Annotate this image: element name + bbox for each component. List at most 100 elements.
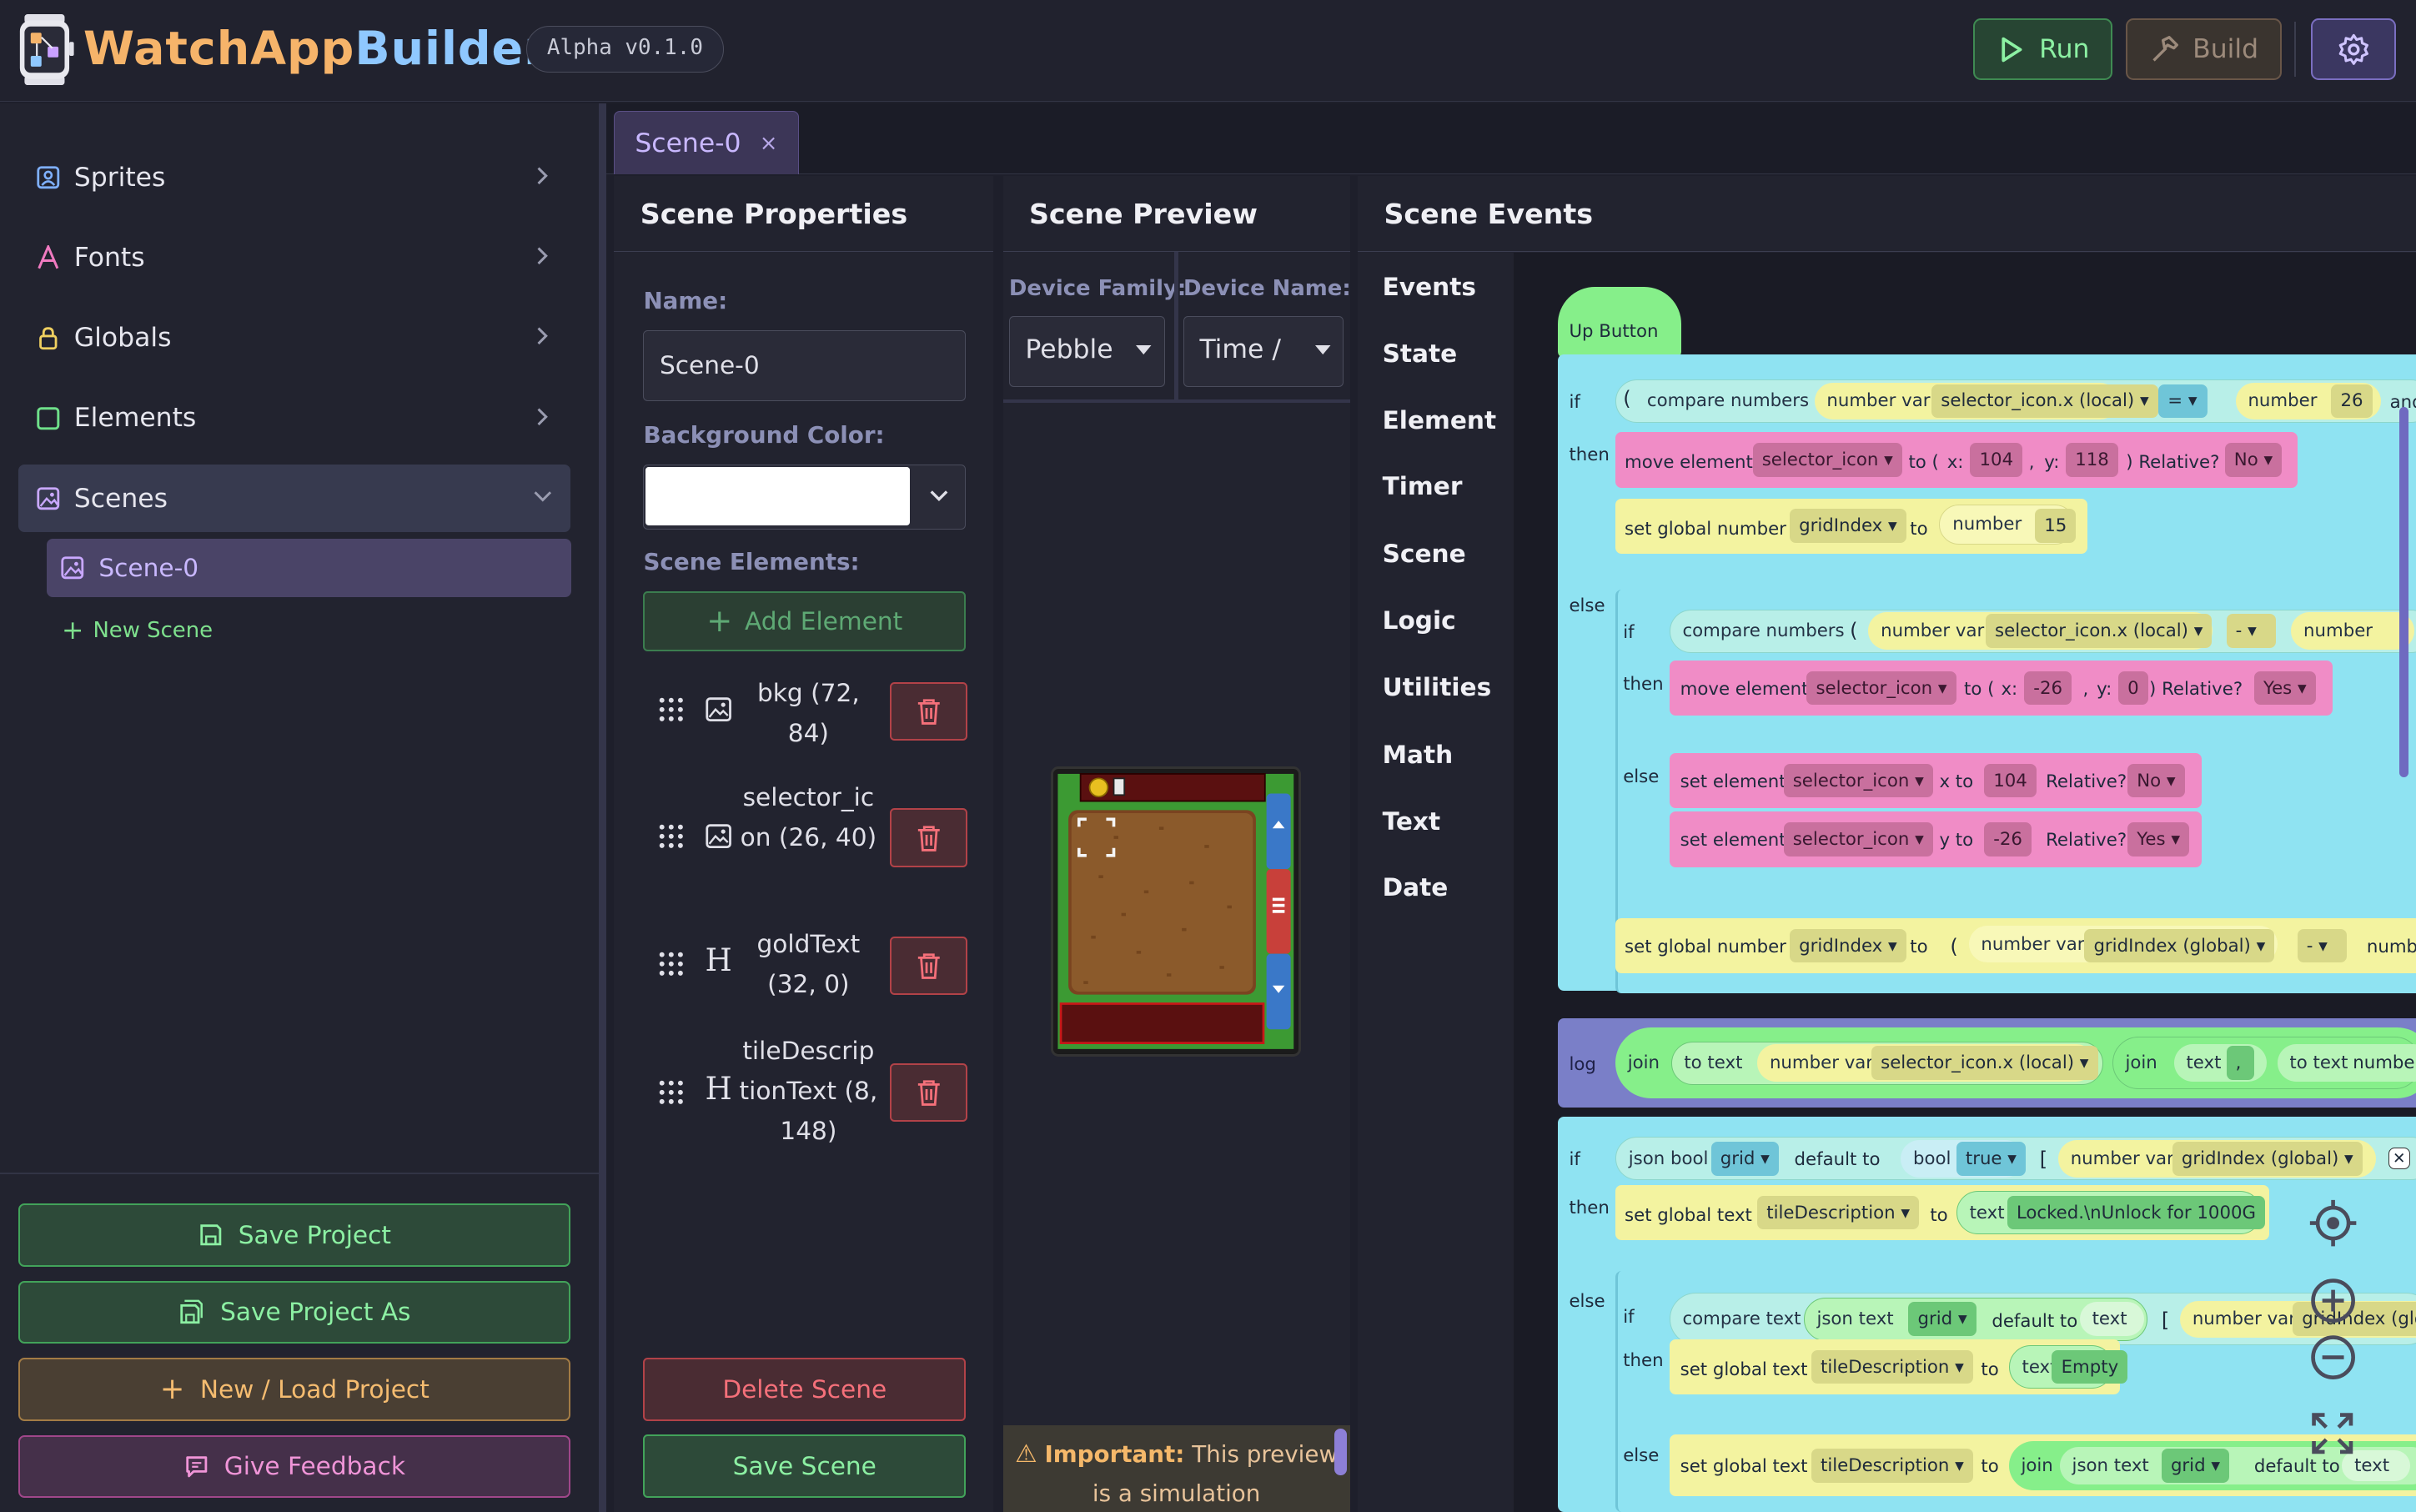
run-button[interactable]: Run bbox=[1973, 18, 2112, 81]
device-family-label: Device Family: bbox=[1008, 276, 1187, 302]
text-block[interactable]: text bbox=[2079, 1302, 2145, 1337]
device-name-select[interactable]: Time / bbox=[1183, 316, 1344, 388]
save-project-button[interactable]: Save Project bbox=[18, 1203, 571, 1267]
new-scene-link[interactable]: + New Scene bbox=[62, 615, 213, 645]
checkbox-icon[interactable]: ✕ bbox=[2388, 1148, 2410, 1170]
give-feedback-button[interactable]: Give Feedback bbox=[18, 1434, 571, 1499]
delete-element-button[interactable] bbox=[890, 1062, 967, 1122]
watch-screen-preview[interactable] bbox=[1050, 766, 1301, 1057]
workspace-scrollbar[interactable] bbox=[2398, 407, 2408, 778]
element-row[interactable]: H tileDescriptionText (8, 148) bbox=[643, 1031, 967, 1154]
then-keyword: then bbox=[1569, 444, 1610, 465]
drag-handle-icon[interactable] bbox=[659, 824, 684, 849]
x-value[interactable]: -26 bbox=[2024, 671, 2072, 706]
then-keyword: then bbox=[1623, 674, 1664, 696]
x-value[interactable]: 104 bbox=[1970, 442, 2023, 477]
operator-dropdown[interactable]: - ▾ bbox=[2226, 614, 2276, 648]
relative-dropdown[interactable]: Yes ▾ bbox=[2253, 671, 2316, 706]
zoom-out-icon[interactable] bbox=[2308, 1333, 2358, 1382]
category-text[interactable]: Text bbox=[1383, 807, 1441, 836]
element-dropdown[interactable]: selector_icon ▾ bbox=[1783, 763, 1933, 798]
sidebar-item-sprites[interactable]: Sprites bbox=[18, 143, 570, 211]
relative-dropdown[interactable]: Yes ▾ bbox=[2127, 822, 2190, 856]
y-value[interactable]: 0 bbox=[2118, 671, 2148, 706]
global-dropdown[interactable]: tileDescription ▾ bbox=[1757, 1195, 1920, 1230]
relative-label: Relative? bbox=[2046, 830, 2127, 851]
tab-scene-0[interactable]: Scene-0 × bbox=[614, 111, 800, 175]
category-events[interactable]: Events bbox=[1383, 273, 1476, 301]
element-dropdown[interactable]: selector_icon ▾ bbox=[1783, 822, 1933, 856]
variable-dropdown[interactable]: selector_icon.x (local) ▾ bbox=[1931, 384, 2158, 419]
y-value[interactable]: -26 bbox=[1984, 822, 2032, 856]
preview-scrollbar[interactable] bbox=[1334, 1429, 1348, 1475]
delete-element-button[interactable] bbox=[890, 808, 967, 867]
variable-dropdown[interactable]: gridIndex (global) ▾ bbox=[2172, 1141, 2363, 1176]
element-row[interactable]: H goldText (32, 0) bbox=[643, 924, 967, 1004]
text-value[interactable]: Locked.\nUnlock for 1000G bbox=[2007, 1195, 2266, 1230]
drag-handle-icon[interactable] bbox=[659, 697, 684, 722]
settings-button[interactable] bbox=[2311, 18, 2397, 81]
global-dropdown[interactable]: gridIndex ▾ bbox=[1789, 928, 1906, 963]
bool-dropdown[interactable]: true ▾ bbox=[1956, 1141, 2027, 1176]
delete-element-button[interactable] bbox=[890, 681, 967, 741]
category-scene[interactable]: Scene bbox=[1383, 540, 1466, 568]
category-timer[interactable]: Timer bbox=[1383, 472, 1463, 500]
x-value[interactable]: 104 bbox=[1984, 763, 2037, 798]
category-utilities[interactable]: Utilities bbox=[1383, 673, 1492, 701]
category-date[interactable]: Date bbox=[1383, 873, 1449, 902]
delete-element-button[interactable] bbox=[890, 936, 967, 996]
sidebar-item-fonts[interactable]: Fonts bbox=[18, 224, 570, 291]
category-element[interactable]: Element bbox=[1383, 406, 1497, 435]
save-project-as-button[interactable]: Save Project As bbox=[18, 1280, 571, 1344]
sidebar-scene-0[interactable]: Scene-0 bbox=[46, 538, 571, 597]
build-button[interactable]: Build bbox=[2126, 18, 2283, 81]
element-dropdown[interactable]: selector_icon ▾ bbox=[1806, 671, 1956, 706]
sidebar-item-elements[interactable]: Elements bbox=[18, 384, 570, 452]
warning-bold: Important: bbox=[1044, 1440, 1185, 1469]
sidebar-item-globals[interactable]: Globals bbox=[18, 304, 570, 371]
close-tab-icon[interactable]: × bbox=[760, 131, 778, 156]
sidebar-item-scenes[interactable]: Scenes bbox=[18, 464, 571, 533]
drag-handle-icon[interactable] bbox=[659, 952, 684, 977]
global-dropdown[interactable]: gridIndex ▾ bbox=[1789, 509, 1906, 544]
operator-dropdown[interactable]: = ▾ bbox=[2158, 384, 2208, 419]
new-load-project-button[interactable]: + New / Load Project bbox=[18, 1358, 571, 1421]
number-value[interactable]: 26 bbox=[2331, 384, 2373, 419]
category-math[interactable]: Math bbox=[1383, 741, 1454, 769]
device-family-select[interactable]: Pebble bbox=[1008, 316, 1165, 388]
element-dropdown[interactable]: selector_icon ▾ bbox=[1752, 442, 1902, 477]
category-logic[interactable]: Logic bbox=[1383, 606, 1456, 635]
relative-dropdown[interactable]: No ▾ bbox=[2127, 763, 2185, 798]
operator-dropdown[interactable]: - ▾ bbox=[2297, 928, 2347, 963]
element-row[interactable]: selector_icon (26, 40) bbox=[643, 777, 967, 901]
plus-icon: + bbox=[159, 1372, 185, 1407]
json-key-dropdown[interactable]: grid ▾ bbox=[1908, 1302, 1976, 1337]
json-key-dropdown[interactable]: grid ▾ bbox=[2161, 1449, 2230, 1483]
relative-dropdown[interactable]: No ▾ bbox=[2224, 442, 2283, 477]
drag-handle-icon[interactable] bbox=[659, 1080, 684, 1105]
background-color-picker[interactable] bbox=[643, 464, 967, 530]
blocks-workspace[interactable]: Up Button if then else compare numbers (… bbox=[1513, 253, 2416, 1512]
json-key-dropdown[interactable]: grid ▾ bbox=[1710, 1141, 1779, 1176]
delete-scene-button[interactable]: Delete Scene bbox=[643, 1357, 967, 1421]
number-value[interactable]: 15 bbox=[2035, 509, 2077, 544]
recenter-icon[interactable] bbox=[2308, 1198, 2358, 1248]
global-dropdown[interactable]: tileDescription ▾ bbox=[1811, 1349, 1973, 1384]
text-value[interactable]: Empty bbox=[2052, 1349, 2128, 1384]
zoom-in-icon[interactable] bbox=[2308, 1276, 2358, 1325]
text-value[interactable]: , bbox=[2226, 1046, 2254, 1080]
add-element-button[interactable]: + Add Element bbox=[643, 590, 967, 651]
fullscreen-icon[interactable] bbox=[2309, 1410, 2356, 1457]
variable-dropdown[interactable]: gridIndex (global) ▾ bbox=[2084, 928, 2275, 963]
element-row[interactable]: bkg (72, 84) bbox=[643, 673, 967, 753]
text-label: text bbox=[2354, 1454, 2390, 1476]
category-state[interactable]: State bbox=[1383, 339, 1458, 368]
number-block[interactable]: number bbox=[2291, 612, 2415, 650]
sidebar-resize-handle[interactable] bbox=[598, 103, 607, 1512]
variable-dropdown[interactable]: selector_icon.x (local) ▾ bbox=[1871, 1046, 2098, 1080]
variable-dropdown[interactable]: selector_icon.x (local) ▾ bbox=[1985, 614, 2213, 648]
scene-name-input[interactable] bbox=[643, 329, 967, 401]
y-value[interactable]: 118 bbox=[2066, 442, 2118, 477]
save-scene-button[interactable]: Save Scene bbox=[643, 1434, 967, 1499]
global-dropdown[interactable]: tileDescription ▾ bbox=[1811, 1449, 1973, 1483]
